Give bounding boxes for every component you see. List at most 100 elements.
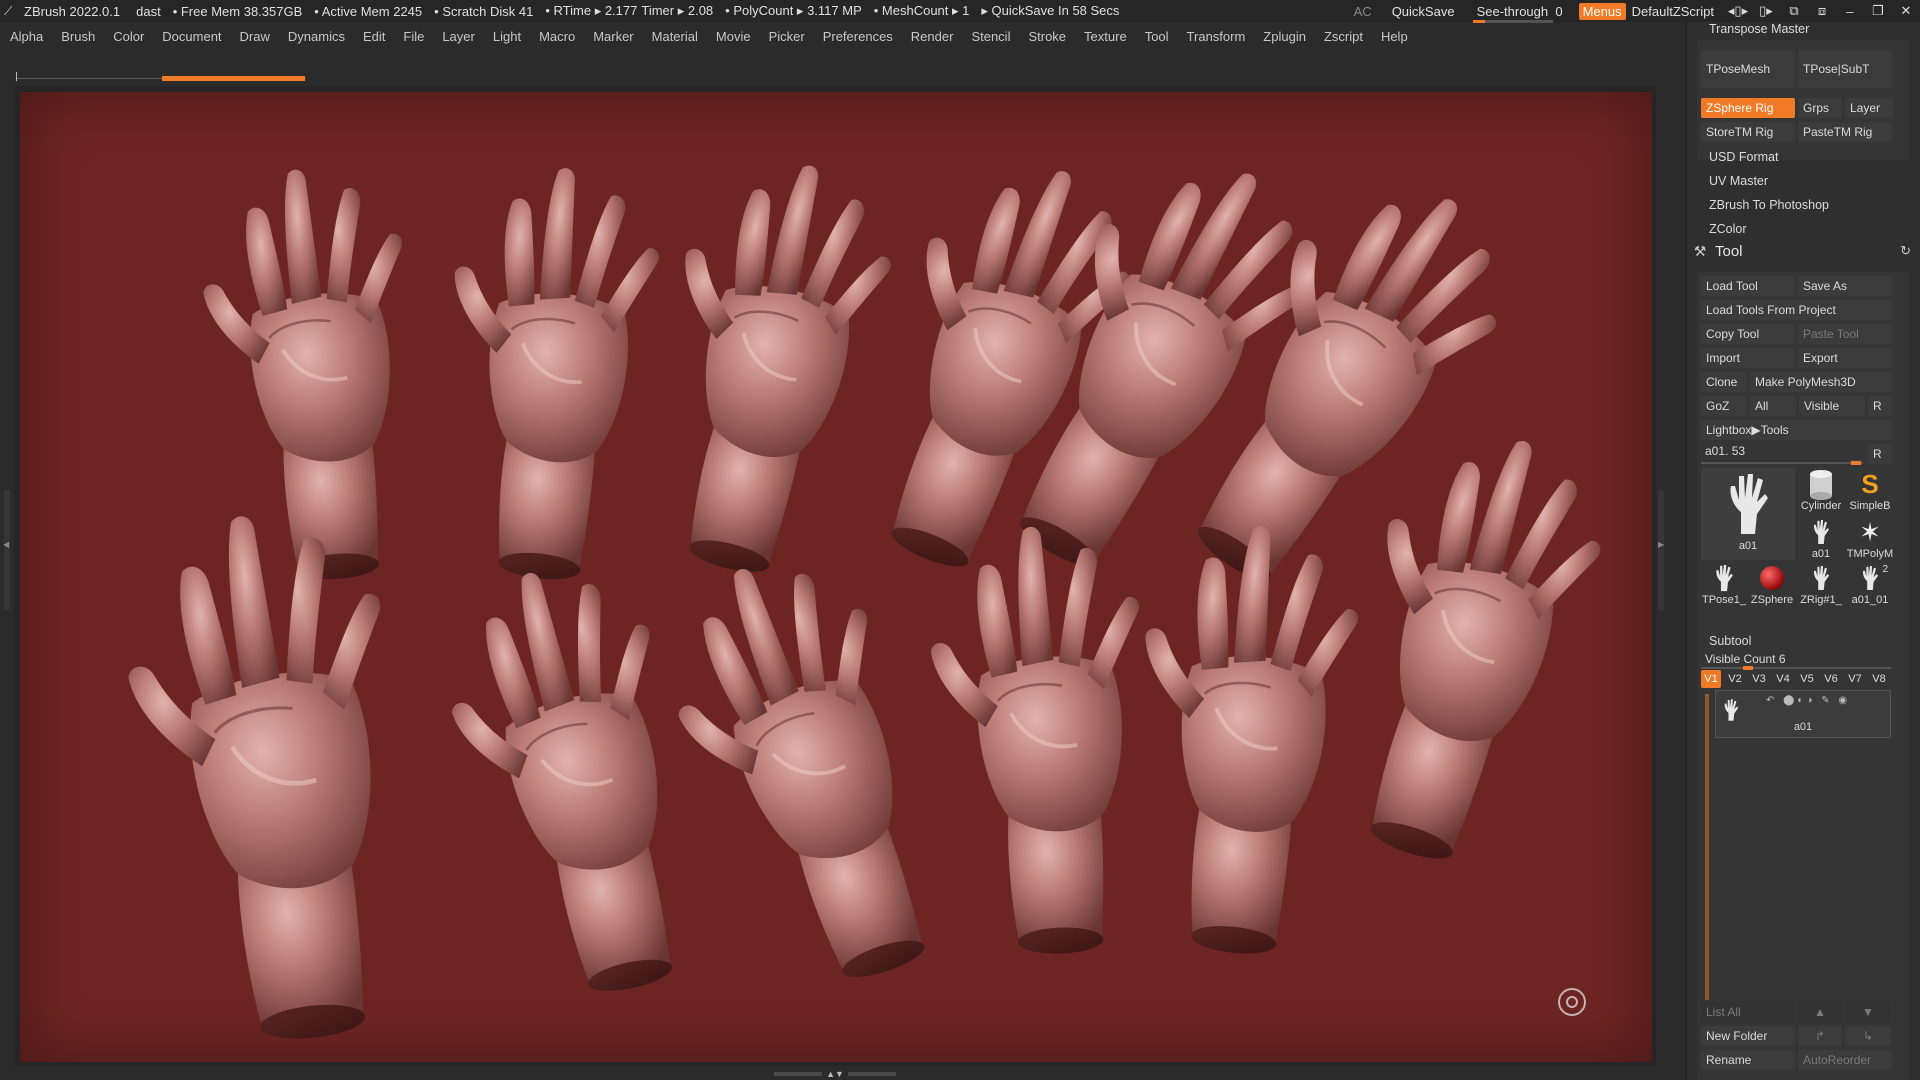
menu-render[interactable]: Render bbox=[911, 29, 954, 44]
zsphere-rig-button[interactable]: ZSphere Rig bbox=[1701, 98, 1795, 118]
bottom-tray-handle[interactable]: ▲▼ bbox=[770, 1070, 900, 1079]
subtool-item[interactable]: ↶ ⬤◐◑ ✎ ◉ a01 bbox=[1715, 690, 1891, 738]
layout-toggle-icon[interactable]: ▯▸ bbox=[1752, 3, 1780, 19]
store-tm-rig-button[interactable]: StoreTM Rig bbox=[1701, 122, 1795, 142]
menu-brush[interactable]: Brush bbox=[61, 29, 95, 44]
restore-icon[interactable]: ❐ bbox=[1864, 3, 1892, 19]
tool-thumb-a01-01[interactable]: 2 a01_01 bbox=[1846, 562, 1894, 608]
navigation-ring-icon[interactable] bbox=[1558, 988, 1586, 1016]
menus-toggle-button[interactable]: Menus bbox=[1578, 2, 1626, 20]
visible-count-slider[interactable] bbox=[1701, 666, 1891, 670]
menu-picker[interactable]: Picker bbox=[769, 29, 805, 44]
subtool-toggle-icons[interactable]: ↶ ⬤◐◑ ✎ ◉ bbox=[1766, 695, 1850, 706]
left-tray-handle[interactable] bbox=[3, 490, 10, 610]
zbrush-to-photoshop-link[interactable]: ZBrush To Photoshop bbox=[1709, 198, 1829, 212]
menu-alpha[interactable]: Alpha bbox=[10, 29, 43, 44]
menu-color[interactable]: Color bbox=[113, 29, 144, 44]
ac-button[interactable]: AC bbox=[1354, 4, 1372, 19]
menu-transform[interactable]: Transform bbox=[1187, 29, 1246, 44]
goz-r-button[interactable]: R bbox=[1868, 396, 1892, 416]
make-polymesh3d-button[interactable]: Make PolyMesh3D bbox=[1750, 372, 1892, 392]
menu-stencil[interactable]: Stencil bbox=[971, 29, 1010, 44]
tool-thumb-zrig[interactable]: ZRig#1_ bbox=[1798, 562, 1844, 608]
load-tool-button[interactable]: Load Tool bbox=[1701, 276, 1795, 296]
menu-marker[interactable]: Marker bbox=[593, 29, 633, 44]
visible-count-label[interactable]: Visible Count 6 bbox=[1705, 652, 1786, 666]
menu-macro[interactable]: Macro bbox=[539, 29, 575, 44]
quicksave-button[interactable]: QuickSave bbox=[1392, 4, 1455, 19]
tool-thumb-tpose[interactable]: TPose1_ bbox=[1701, 562, 1747, 608]
goz-button[interactable]: GoZ bbox=[1701, 396, 1747, 416]
version-v3-button[interactable]: V3 bbox=[1749, 670, 1769, 688]
usd-format-link[interactable]: USD Format bbox=[1709, 150, 1778, 164]
load-tools-from-project-button[interactable]: Load Tools From Project bbox=[1701, 300, 1892, 320]
move-up-icon[interactable]: ▲ bbox=[1798, 1002, 1842, 1022]
reset-icon[interactable]: ↻ bbox=[1900, 243, 1911, 259]
menu-tool[interactable]: Tool bbox=[1145, 29, 1169, 44]
tool-thumb-a01-main[interactable]: a01 bbox=[1701, 468, 1795, 560]
save-as-button[interactable]: Save As bbox=[1798, 276, 1892, 296]
menu-preferences[interactable]: Preferences bbox=[823, 29, 893, 44]
import-button[interactable]: Import bbox=[1701, 348, 1795, 368]
menu-light[interactable]: Light bbox=[493, 29, 521, 44]
layer-button[interactable]: Layer bbox=[1845, 98, 1893, 118]
minimize-icon[interactable]: – bbox=[1836, 4, 1864, 19]
version-v5-button[interactable]: V5 bbox=[1797, 670, 1817, 688]
paste-tool-button[interactable]: Paste Tool bbox=[1798, 324, 1892, 344]
current-tool-r-button[interactable]: R bbox=[1868, 444, 1892, 464]
clone-button[interactable]: Clone bbox=[1701, 372, 1747, 392]
close-icon[interactable]: ✕ bbox=[1892, 3, 1920, 19]
copy-tool-button[interactable]: Copy Tool bbox=[1701, 324, 1795, 344]
tool-thumb-zsphere[interactable]: ZSphere bbox=[1749, 562, 1795, 608]
goz-visible-button[interactable]: Visible bbox=[1799, 396, 1865, 416]
menu-zplugin[interactable]: Zplugin bbox=[1263, 29, 1306, 44]
autoreorder-button[interactable]: AutoReorder bbox=[1798, 1050, 1892, 1070]
paste-tm-rig-button[interactable]: PasteTM Rig bbox=[1798, 122, 1892, 142]
zcolor-link[interactable]: ZColor bbox=[1709, 222, 1747, 236]
current-tool-slider-label[interactable]: a01. 53 bbox=[1705, 444, 1745, 458]
tposemesh-button[interactable]: TPoseMesh bbox=[1701, 50, 1795, 88]
folder-in-icon[interactable]: ↳ bbox=[1845, 1026, 1891, 1046]
document-canvas[interactable] bbox=[20, 92, 1652, 1062]
right-tray-handle[interactable] bbox=[1658, 490, 1664, 610]
version-v7-button[interactable]: V7 bbox=[1845, 670, 1865, 688]
tpose-subt-button[interactable]: TPose|SubT bbox=[1798, 50, 1892, 88]
menu-edit[interactable]: Edit bbox=[363, 29, 385, 44]
new-folder-button[interactable]: New Folder bbox=[1701, 1026, 1795, 1046]
menu-texture[interactable]: Texture bbox=[1084, 29, 1127, 44]
menu-draw[interactable]: Draw bbox=[240, 29, 270, 44]
current-tool-slider[interactable] bbox=[1701, 461, 1863, 465]
tool-thumb-a01-small[interactable]: a01 bbox=[1798, 516, 1844, 562]
tool-thumb-cylinder[interactable]: Cylinder bbox=[1798, 468, 1844, 514]
window-tile-icon[interactable]: ⧉ bbox=[1780, 3, 1808, 19]
menu-dynamics[interactable]: Dynamics bbox=[288, 29, 345, 44]
tool-thumb-simpleb[interactable]: S SimpleB bbox=[1846, 468, 1894, 514]
menu-zscript[interactable]: Zscript bbox=[1324, 29, 1363, 44]
default-zscript-button[interactable]: DefaultZScript bbox=[1632, 4, 1714, 19]
grps-button[interactable]: Grps bbox=[1798, 98, 1842, 118]
uv-master-link[interactable]: UV Master bbox=[1709, 174, 1768, 188]
version-v1-button[interactable]: V1 bbox=[1701, 670, 1721, 688]
version-v4-button[interactable]: V4 bbox=[1773, 670, 1793, 688]
version-v8-button[interactable]: V8 bbox=[1869, 670, 1889, 688]
version-v2-button[interactable]: V2 bbox=[1725, 670, 1745, 688]
window-cascade-icon[interactable]: ⧈ bbox=[1808, 3, 1836, 19]
goz-all-button[interactable]: All bbox=[1750, 396, 1796, 416]
export-button[interactable]: Export bbox=[1798, 348, 1892, 368]
folder-out-icon[interactable]: ↱ bbox=[1798, 1026, 1842, 1046]
tool-palette-header[interactable]: ⚒ Tool ↻ bbox=[1691, 240, 1917, 262]
menu-help[interactable]: Help bbox=[1381, 29, 1408, 44]
see-through-slider[interactable]: See-through 0 bbox=[1472, 4, 1563, 23]
menu-document[interactable]: Document bbox=[162, 29, 221, 44]
layout-arrows-icon[interactable]: ◂▯▸ bbox=[1724, 3, 1752, 19]
list-all-button[interactable]: List All bbox=[1701, 1002, 1795, 1022]
move-down-icon[interactable]: ▼ bbox=[1845, 1002, 1891, 1022]
rename-button[interactable]: Rename bbox=[1701, 1050, 1795, 1070]
subtool-scrollbar[interactable] bbox=[1705, 694, 1709, 1000]
menu-layer[interactable]: Layer bbox=[442, 29, 475, 44]
menu-file[interactable]: File bbox=[403, 29, 424, 44]
lightbox-tools-button[interactable]: Lightbox▶Tools bbox=[1701, 420, 1892, 440]
menu-material[interactable]: Material bbox=[652, 29, 698, 44]
version-v6-button[interactable]: V6 bbox=[1821, 670, 1841, 688]
subtool-title[interactable]: Subtool bbox=[1709, 634, 1751, 648]
